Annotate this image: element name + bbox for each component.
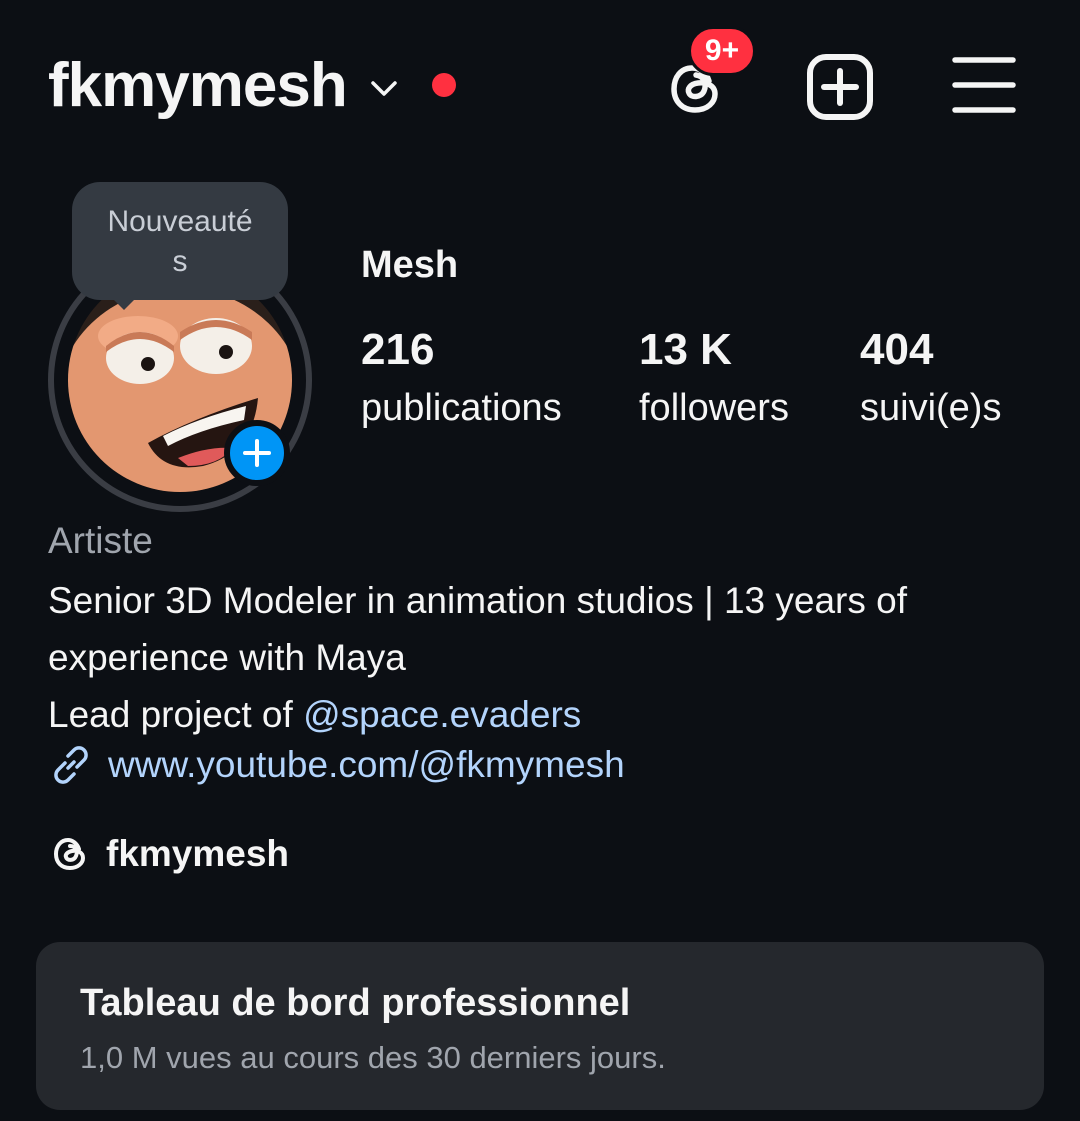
add-story-button[interactable] [224, 420, 290, 486]
bio-text: Lead project of [48, 694, 304, 735]
plus-icon [243, 439, 271, 467]
stat-value: 404 [860, 325, 934, 374]
bio-line: Senior 3D Modeler in animation studios |… [48, 580, 908, 678]
display-name: Mesh [361, 244, 459, 286]
bio: Senior 3D Modeler in animation studios |… [48, 572, 1048, 743]
stat-value: 13 K [639, 325, 732, 374]
notification-dot [432, 73, 456, 97]
threads-icon [53, 837, 86, 871]
threads-handle: fkmymesh [106, 833, 290, 874]
threads-badge: 9+ [688, 26, 756, 76]
threads-profile-link[interactable]: fkmymesh [48, 832, 289, 876]
bio-line: Lead project of @space.evaders [48, 686, 1048, 743]
stat-label: publications [361, 387, 562, 429]
menu-icon[interactable] [952, 55, 1016, 115]
dashboard-subtitle: 1,0 M vues au cours des 30 derniers jour… [80, 1040, 666, 1075]
stat-value: 216 [361, 325, 435, 374]
stat-following[interactable]: 404 suivi(e)s [860, 322, 1001, 434]
new-feature-tooltip[interactable]: Nouveauté s [72, 182, 288, 300]
profile-header: fkmymesh 9+ [0, 0, 1080, 170]
profile-category: Artiste [48, 520, 153, 561]
stat-label: suivi(e)s [860, 387, 1002, 429]
external-link[interactable]: www.youtube.com/@fkmymesh [48, 742, 625, 788]
stat-followers[interactable]: 13 K followers [639, 322, 789, 434]
create-post-icon[interactable] [806, 53, 874, 121]
link-text: www.youtube.com/@fkmymesh [108, 744, 625, 785]
stat-label: followers [639, 387, 789, 429]
mention-link[interactable]: @space.evaders [303, 694, 581, 735]
account-switcher[interactable]: fkmymesh [48, 50, 399, 122]
tooltip-text: Nouveauté s [107, 205, 253, 278]
professional-dashboard-card[interactable]: Tableau de bord professionnel 1,0 M vues… [36, 942, 1044, 1110]
stat-publications[interactable]: 216 publications [361, 322, 562, 434]
dashboard-title: Tableau de bord professionnel [80, 982, 631, 1024]
chevron-down-icon [370, 81, 397, 96]
username: fkmymesh [48, 51, 348, 120]
link-icon [54, 746, 88, 784]
